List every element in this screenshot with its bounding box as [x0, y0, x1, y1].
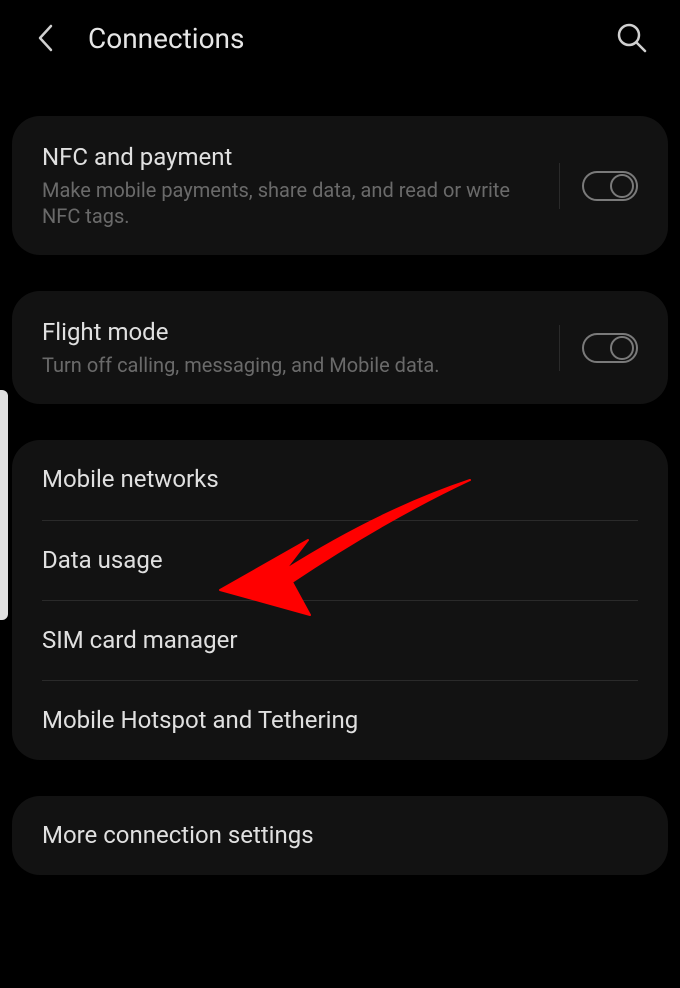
sim-manager-item[interactable]: SIM card manager: [42, 601, 638, 681]
sim-manager-label: SIM card manager: [42, 625, 237, 656]
nfc-title: NFC and payment: [42, 142, 537, 173]
hotspot-label: Mobile Hotspot and Tethering: [42, 705, 358, 736]
flight-title: Flight mode: [42, 317, 537, 348]
mobile-networks-label: Mobile networks: [42, 464, 219, 495]
data-usage-item[interactable]: Data usage: [42, 521, 638, 601]
scroll-indicator[interactable]: [0, 390, 8, 620]
nfc-toggle[interactable]: [582, 171, 638, 201]
divider: [559, 163, 560, 209]
page-title: Connections: [88, 22, 244, 55]
networks-card: Mobile networks Data usage SIM card mana…: [12, 440, 668, 760]
nfc-text: NFC and payment Make mobile payments, sh…: [42, 142, 537, 229]
chevron-left-icon: [36, 23, 54, 53]
flight-toggle[interactable]: [582, 333, 638, 363]
nfc-card: NFC and payment Make mobile payments, sh…: [12, 116, 668, 255]
divider: [559, 325, 560, 371]
search-button[interactable]: [614, 20, 650, 56]
mobile-networks-item[interactable]: Mobile networks: [42, 440, 638, 520]
header-left: Connections: [30, 22, 244, 55]
more-settings-label: More connection settings: [42, 820, 314, 851]
more-card: More connection settings: [12, 796, 668, 875]
flight-subtitle: Turn off calling, messaging, and Mobile …: [42, 352, 537, 378]
settings-content: NFC and payment Make mobile payments, sh…: [0, 76, 680, 875]
hotspot-item[interactable]: Mobile Hotspot and Tethering: [42, 681, 638, 760]
more-settings-item[interactable]: More connection settings: [42, 796, 638, 875]
flight-card: Flight mode Turn off calling, messaging,…: [12, 291, 668, 404]
back-button[interactable]: [30, 23, 60, 53]
flight-mode-item[interactable]: Flight mode Turn off calling, messaging,…: [42, 291, 638, 404]
nfc-subtitle: Make mobile payments, share data, and re…: [42, 177, 537, 229]
header: Connections: [0, 0, 680, 76]
search-icon: [616, 22, 648, 54]
data-usage-label: Data usage: [42, 545, 163, 576]
flight-text: Flight mode Turn off calling, messaging,…: [42, 317, 537, 378]
nfc-payment-item[interactable]: NFC and payment Make mobile payments, sh…: [42, 116, 638, 255]
